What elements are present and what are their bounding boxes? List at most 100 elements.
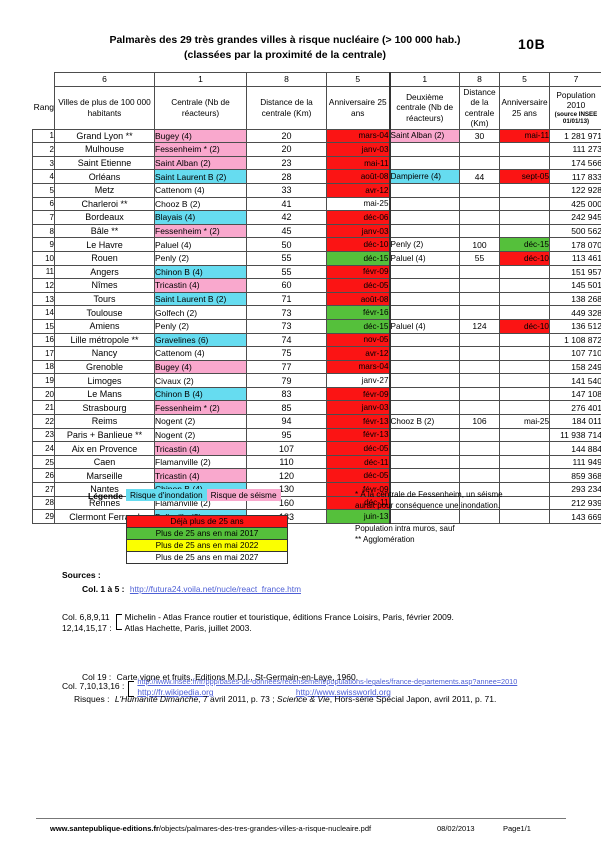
cell-rang: 29	[32, 509, 55, 524]
colnum-ville: 6	[54, 72, 155, 87]
cell-centrale: Chooz B (2)	[154, 196, 247, 212]
cell-anniversaire2	[499, 400, 550, 416]
cell-distance: 42	[246, 210, 327, 225]
cell-population: 151 957	[549, 264, 601, 280]
cell-distance2	[459, 278, 500, 293]
cell-rang: 17	[32, 346, 55, 361]
cell-rang: 15	[32, 318, 55, 334]
cell-distance2	[459, 196, 500, 212]
cell-centrale: Paluel (4)	[154, 237, 247, 252]
cell-anniversaire: déc-11	[326, 454, 390, 470]
table-row: 2 Mulhouse Fessenheim * (2) 20 janv-03 111 27…	[32, 142, 601, 157]
sources-title: Sources :	[62, 570, 101, 580]
cell-anniversaire: févr-16	[326, 305, 390, 320]
colnum-population: 7	[549, 72, 601, 87]
cell-population: 143 669	[549, 509, 601, 524]
legend-label: Légende :	[88, 491, 129, 501]
footer-divider	[36, 818, 566, 819]
cell-population: 449 328	[549, 305, 601, 320]
table-row: 9 Le Havre Paluel (4) 50 déc-10 Penly (2) 100 d…	[32, 237, 601, 252]
table-row: 23 Paris + Banlieue ** Nogent (2) 95 févr-13…	[32, 427, 601, 443]
cell-centrale2	[388, 400, 460, 416]
cell-rang: 18	[32, 359, 55, 375]
cell-anniversaire: févr-13	[326, 414, 390, 429]
cell-distance2	[459, 182, 500, 198]
cell-anniversaire: mai-25	[326, 196, 390, 212]
cell-centrale2	[388, 155, 460, 171]
cell-anniversaire2: sept-05	[499, 169, 550, 184]
cell-population: 136 512	[549, 318, 601, 334]
cell-population: 212 939	[549, 495, 601, 511]
cell-centrale2: Paluel (4)	[388, 250, 460, 266]
cell-distance: 28	[246, 169, 327, 184]
cell-anniversaire: déc-05	[326, 468, 390, 484]
footer-date: 08/02/2013	[437, 824, 475, 833]
cell-anniversaire2	[499, 386, 550, 402]
cell-ville: Orléans	[54, 169, 155, 184]
header-anniversaire2: Anniversaire 25 ans	[499, 85, 550, 130]
header-ville: Villes de plus de 100 000 habitants	[54, 85, 155, 130]
cell-centrale: Bugey (4)	[154, 359, 247, 375]
colnum-distance2: 8	[459, 72, 500, 87]
table-row: 22 Reims Nogent (2) 94 févr-13 Chooz B (2) 106…	[32, 414, 601, 429]
cell-anniversaire2: mai-25	[499, 414, 550, 429]
cell-anniversaire2	[499, 264, 550, 280]
cell-anniversaire: mars-04	[326, 359, 390, 375]
cell-distance: 107	[246, 441, 327, 456]
cell-rang: 5	[32, 182, 55, 198]
palmares-table: 6 1 8 5 1 8 5 7 Rang Villes de plus de 1…	[32, 72, 601, 524]
table-row: 19 Limoges Civaux (2) 79 janv-27 141 540	[32, 373, 601, 388]
cell-anniversaire2	[499, 468, 550, 484]
cell-centrale2: Paluel (4)	[388, 318, 460, 334]
cell-centrale2	[388, 182, 460, 198]
cell-distance: 73	[246, 318, 327, 334]
cell-population: 184 011	[549, 414, 601, 429]
cell-centrale: Bugey (4)	[154, 128, 247, 144]
cell-centrale2	[388, 210, 460, 225]
note-fessenheim-line-1: * À la centrale de Fessenheim, un séisme	[355, 490, 503, 499]
cell-ville: Bâle **	[54, 223, 155, 239]
legend-age-scale: Déjà plus de 25 ans Plus de 25 ans en mai…	[126, 515, 288, 564]
cell-rang: 10	[32, 250, 55, 266]
cell-anniversaire2	[499, 482, 550, 497]
cell-anniversaire: juin-13	[326, 509, 390, 524]
source-col-1-5-link[interactable]: http://futura24.voila.net/nucle/react_fr…	[130, 584, 301, 594]
table-row: 4 Orléans Saint Laurent B (2) 28 août-08 Damp…	[32, 169, 601, 184]
cell-rang: 3	[32, 155, 55, 171]
cell-ville: Paris + Banlieue **	[54, 427, 155, 443]
cell-centrale: Penly (2)	[154, 318, 247, 334]
cell-centrale: Fessenheim * (2)	[154, 223, 247, 239]
header-population-main: Population 2010	[556, 89, 596, 111]
cell-centrale2	[388, 305, 460, 320]
cell-distance: 85	[246, 400, 327, 416]
table-row: 6 Charleroi ** Chooz B (2) 41 mai-25 425 000	[32, 196, 601, 212]
cell-distance2	[459, 359, 500, 375]
cell-distance: 50	[246, 237, 327, 252]
source-risques-label: Risques :	[74, 694, 110, 704]
table-row: 17 Nancy Cattenom (4) 75 avr-12 107 710	[32, 346, 601, 361]
cell-distance2	[459, 142, 500, 157]
document-code: 10B	[518, 36, 546, 52]
cell-distance2	[459, 346, 500, 361]
cell-rang: 21	[32, 400, 55, 416]
header-anniversaire: Anniversaire 25 ans	[326, 85, 390, 130]
cell-centrale2	[388, 196, 460, 212]
cell-centrale: Nogent (2)	[154, 427, 247, 443]
footer-page-number: Page1/1	[503, 824, 531, 833]
legend-age-item: Plus de 25 ans en mai 2017	[127, 528, 287, 540]
cell-centrale: Civaux (2)	[154, 373, 247, 388]
cell-ville: Le Mans	[54, 386, 155, 402]
cell-distance: 20	[246, 142, 327, 157]
cell-distance: 55	[246, 264, 327, 280]
cell-ville: Mulhouse	[54, 142, 155, 157]
table-row: 21 Strasbourg Fessenheim * (2) 85 janv-03 276…	[32, 400, 601, 416]
cell-centrale2	[388, 278, 460, 293]
cell-centrale2	[388, 332, 460, 348]
cell-ville: Le Havre	[54, 237, 155, 252]
table-row: 11 Angers Chinon B (4) 55 févr-09 151 957	[32, 264, 601, 280]
footer-url-path: /objects/palmares-des-tres-grandes-ville…	[158, 824, 372, 833]
table-row: 13 Tours Saint Laurent B (2) 71 août-08 138 2…	[32, 291, 601, 307]
cell-distance: 73	[246, 305, 327, 320]
cell-anniversaire: déc-15	[326, 318, 390, 334]
cell-anniversaire2	[499, 359, 550, 375]
